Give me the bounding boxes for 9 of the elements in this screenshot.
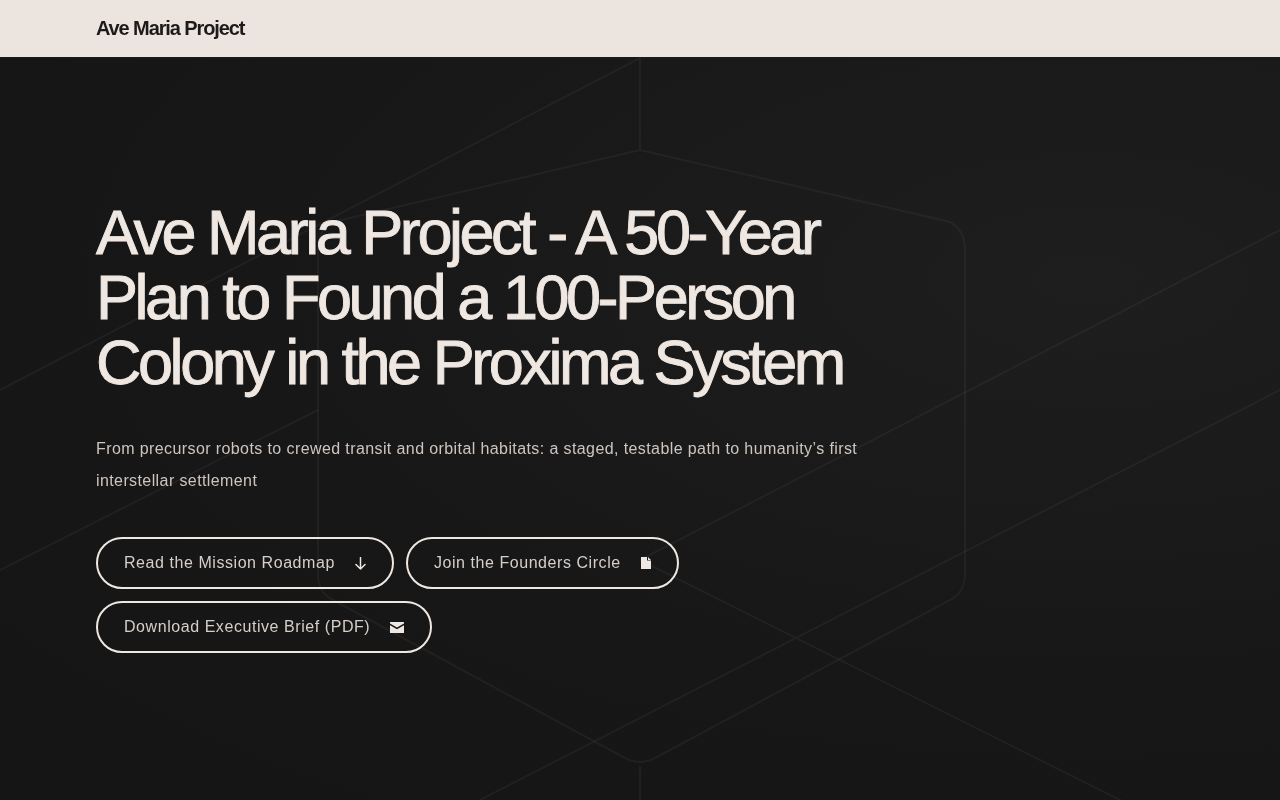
join-button[interactable]: Join the Founders Circle xyxy=(405,537,679,589)
navigate-button[interactable]: Read the Mission Roadmap xyxy=(96,537,394,589)
hero-title: Ave Maria Project - A 50-Year Plan to Found a 100-Person Colony in the Proxima System xyxy=(96,200,844,395)
hero-subtitle: From precursor robots to crewed transit and orbital habitats: a staged, testable path to humanity’s first interstellar settlement xyxy=(96,439,859,491)
site-brand[interactable]: Ave Maria Project xyxy=(96,17,245,40)
envelope-icon xyxy=(390,621,405,633)
document-icon xyxy=(640,557,651,569)
arrow-down-icon xyxy=(354,556,366,570)
download-button[interactable]: Download Executive Brief (PDF) xyxy=(96,601,433,653)
